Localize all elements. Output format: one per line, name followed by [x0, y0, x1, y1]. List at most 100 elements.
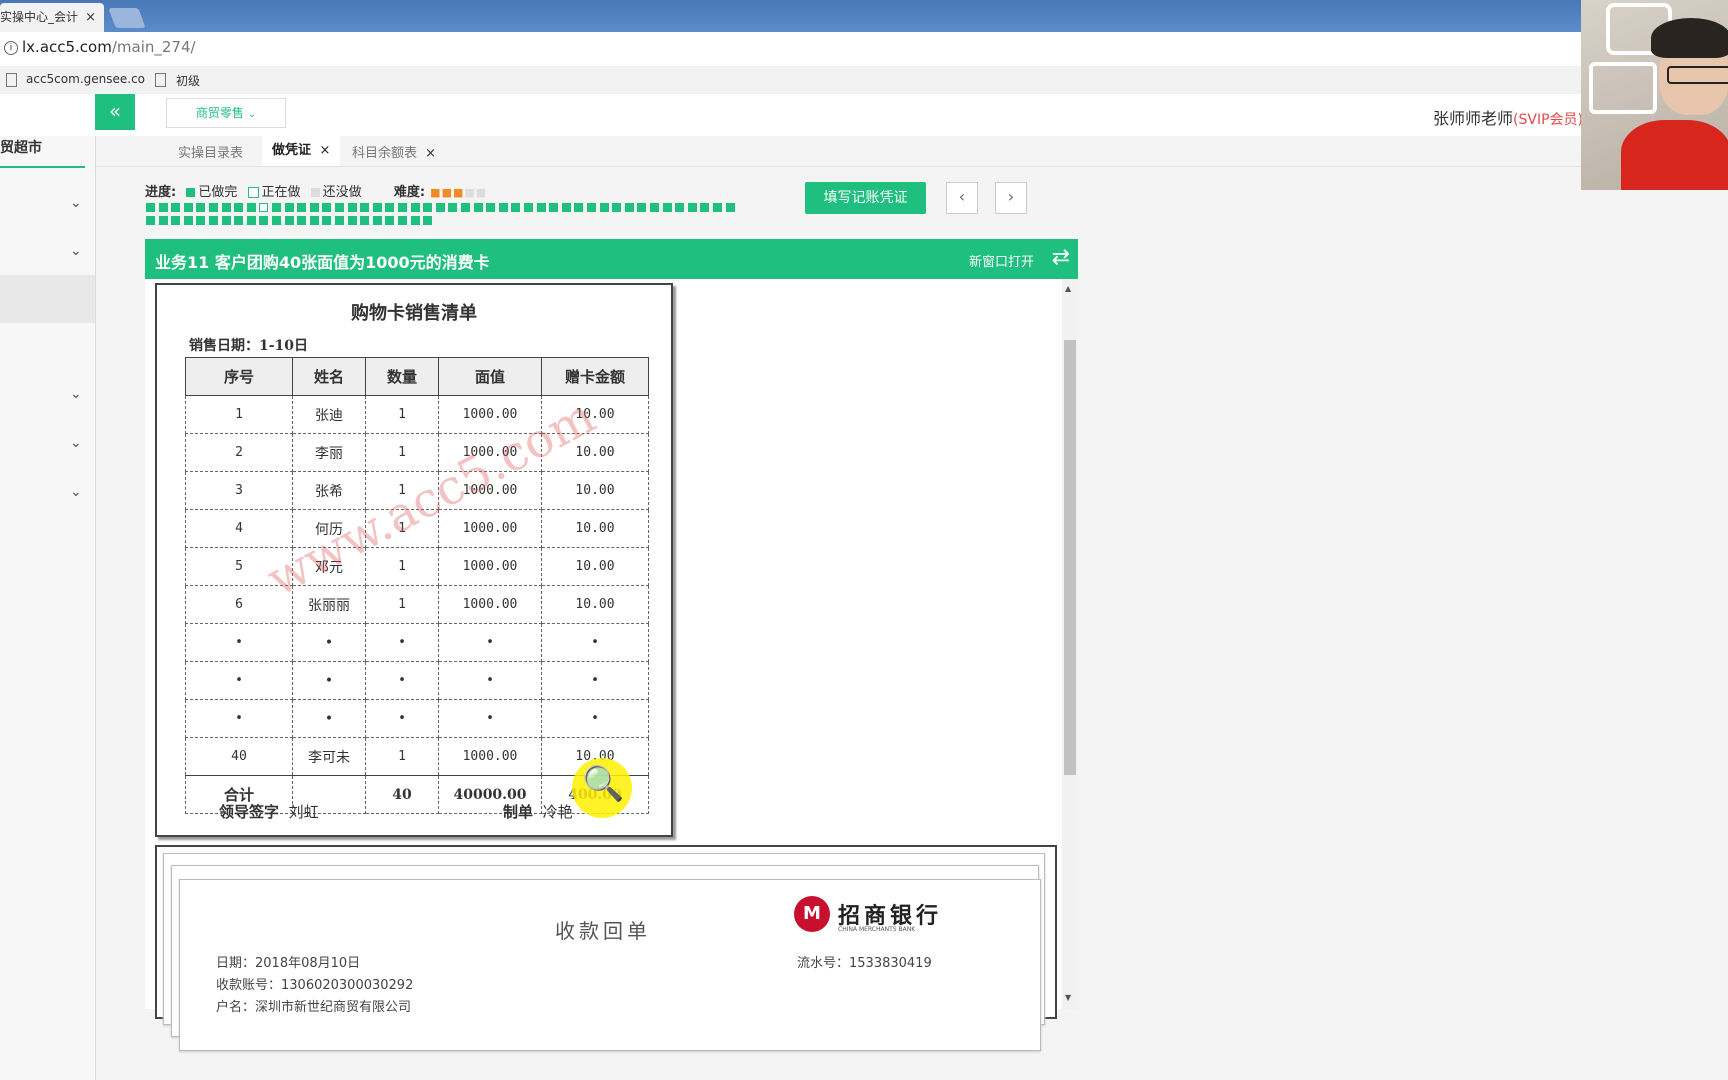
close-icon[interactable]: × — [320, 143, 331, 158]
progress-cell[interactable] — [360, 203, 370, 212]
progress-cell[interactable] — [360, 216, 370, 225]
info-icon[interactable]: i — [4, 41, 18, 55]
progress-cell[interactable] — [284, 203, 294, 212]
progress-cell[interactable] — [335, 216, 344, 225]
progress-cell[interactable] — [574, 203, 584, 212]
chevron-down-icon[interactable]: ⌄ — [70, 386, 86, 402]
industry-dropdown[interactable]: 商贸零售 ⌄ — [166, 98, 286, 128]
address-bar[interactable]: i lx.acc5.com/main_274/ — [0, 32, 1728, 67]
progress-cell[interactable] — [322, 216, 332, 225]
close-icon[interactable]: × — [425, 146, 436, 161]
progress-cell[interactable] — [524, 203, 533, 212]
tab-balance[interactable]: 科目余额表 × — [352, 142, 436, 161]
tab-catalog[interactable]: 实操目录表 — [178, 142, 243, 161]
tab-voucher[interactable]: 做凭证 × — [262, 136, 341, 166]
progress-cell[interactable] — [637, 203, 647, 212]
progress-cell[interactable] — [146, 216, 155, 225]
progress-cell[interactable] — [209, 216, 218, 225]
progress-cell[interactable] — [398, 203, 407, 212]
progress-cell[interactable] — [612, 203, 622, 212]
progress-cell[interactable] — [511, 203, 521, 212]
progress-cell[interactable] — [309, 203, 319, 212]
progress-cell[interactable] — [347, 216, 357, 225]
progress-cell[interactable] — [561, 203, 571, 212]
collapse-sidebar-icon[interactable]: « — [95, 94, 135, 130]
progress-cell[interactable] — [272, 216, 281, 225]
progress-cell[interactable] — [158, 203, 168, 212]
progress-cell[interactable] — [284, 216, 294, 225]
chevron-down-icon[interactable]: ⌄ — [70, 484, 86, 500]
progress-cell[interactable] — [309, 216, 319, 225]
chevron-down-icon[interactable]: ⌄ — [70, 435, 86, 451]
progress-cell[interactable] — [700, 203, 710, 212]
progress-cell[interactable] — [461, 203, 470, 212]
progress-cell[interactable] — [196, 203, 206, 212]
progress-cell[interactable] — [423, 203, 433, 212]
progress-cell[interactable] — [221, 216, 231, 225]
progress-cell[interactable] — [385, 216, 395, 225]
progress-cell[interactable] — [410, 216, 420, 225]
progress-cell[interactable] — [448, 203, 458, 212]
next-button[interactable]: › — [995, 182, 1027, 214]
progress-cell[interactable] — [221, 203, 231, 212]
progress-cell[interactable] — [146, 203, 155, 212]
progress-cell[interactable] — [372, 216, 382, 225]
progress-cell[interactable] — [335, 203, 344, 212]
scroll-down-icon[interactable]: ▼ — [1065, 993, 1071, 1002]
progress-cell[interactable] — [171, 203, 181, 212]
bookmark-item[interactable]: 初级 — [176, 72, 200, 89]
chevron-down-icon[interactable]: ⌄ — [70, 243, 86, 259]
progress-cell[interactable] — [725, 203, 735, 212]
progress-cell[interactable] — [183, 216, 193, 225]
progress-cell[interactable] — [297, 216, 307, 225]
tab-close-icon[interactable]: × — [85, 3, 96, 32]
zoom-cursor[interactable]: 🔍 — [572, 758, 632, 818]
scrollbar-thumb[interactable] — [1064, 340, 1076, 775]
progress-cell[interactable] — [171, 216, 181, 225]
progress-cell[interactable] — [599, 203, 609, 212]
progress-cell[interactable] — [272, 203, 281, 212]
progress-cell[interactable] — [473, 203, 483, 212]
sidebar-item-selected[interactable] — [0, 275, 95, 323]
progress-cell[interactable] — [713, 203, 722, 212]
progress-cell[interactable] — [297, 203, 307, 212]
progress-cell[interactable] — [650, 203, 659, 212]
progress-cell[interactable] — [246, 216, 256, 225]
progress-cell[interactable] — [435, 203, 445, 212]
progress-cell[interactable] — [385, 203, 395, 212]
progress-cell[interactable] — [587, 203, 596, 212]
progress-cell[interactable] — [410, 203, 420, 212]
progress-cell[interactable] — [549, 203, 559, 212]
progress-cell[interactable] — [158, 216, 168, 225]
progress-cell[interactable] — [196, 216, 206, 225]
progress-cell[interactable] — [498, 203, 508, 212]
progress-cell[interactable] — [486, 203, 496, 212]
progress-cell[interactable] — [675, 203, 685, 212]
progress-cell[interactable] — [209, 203, 218, 212]
progress-cell[interactable] — [687, 203, 697, 212]
progress-cell[interactable] — [259, 216, 269, 225]
progress-cell[interactable] — [322, 203, 332, 212]
swap-icon[interactable]: ⇄ — [1052, 245, 1070, 270]
browser-tab[interactable]: 实操中心_会计 × — [0, 3, 104, 32]
progress-cell[interactable] — [347, 203, 357, 212]
prev-button[interactable]: ‹ — [946, 182, 978, 214]
progress-cell[interactable] — [372, 203, 382, 212]
fill-voucher-button[interactable]: 填写记账凭证 — [805, 182, 926, 214]
progress-cell[interactable] — [234, 203, 244, 212]
progress-cell[interactable] — [624, 203, 634, 212]
progress-cell[interactable] — [662, 203, 672, 212]
progress-cell[interactable] — [398, 216, 407, 225]
user-info[interactable]: 张师师老师(SVIP会员) — [1433, 105, 1583, 129]
sidebar-title[interactable]: 贸超市 — [0, 137, 42, 157]
open-new-window-link[interactable]: 新窗口打开 — [969, 251, 1034, 270]
progress-cell[interactable] — [259, 203, 269, 212]
progress-cell[interactable] — [536, 203, 546, 212]
progress-cell[interactable] — [423, 216, 433, 225]
chevron-down-icon[interactable]: ⌄ — [70, 195, 86, 211]
bookmark-item[interactable]: acc5com.gensee.co — [26, 72, 145, 86]
progress-cell[interactable] — [234, 216, 244, 225]
scroll-up-icon[interactable]: ▲ — [1065, 284, 1071, 293]
progress-cell[interactable] — [183, 203, 193, 212]
progress-cell[interactable] — [246, 203, 256, 212]
